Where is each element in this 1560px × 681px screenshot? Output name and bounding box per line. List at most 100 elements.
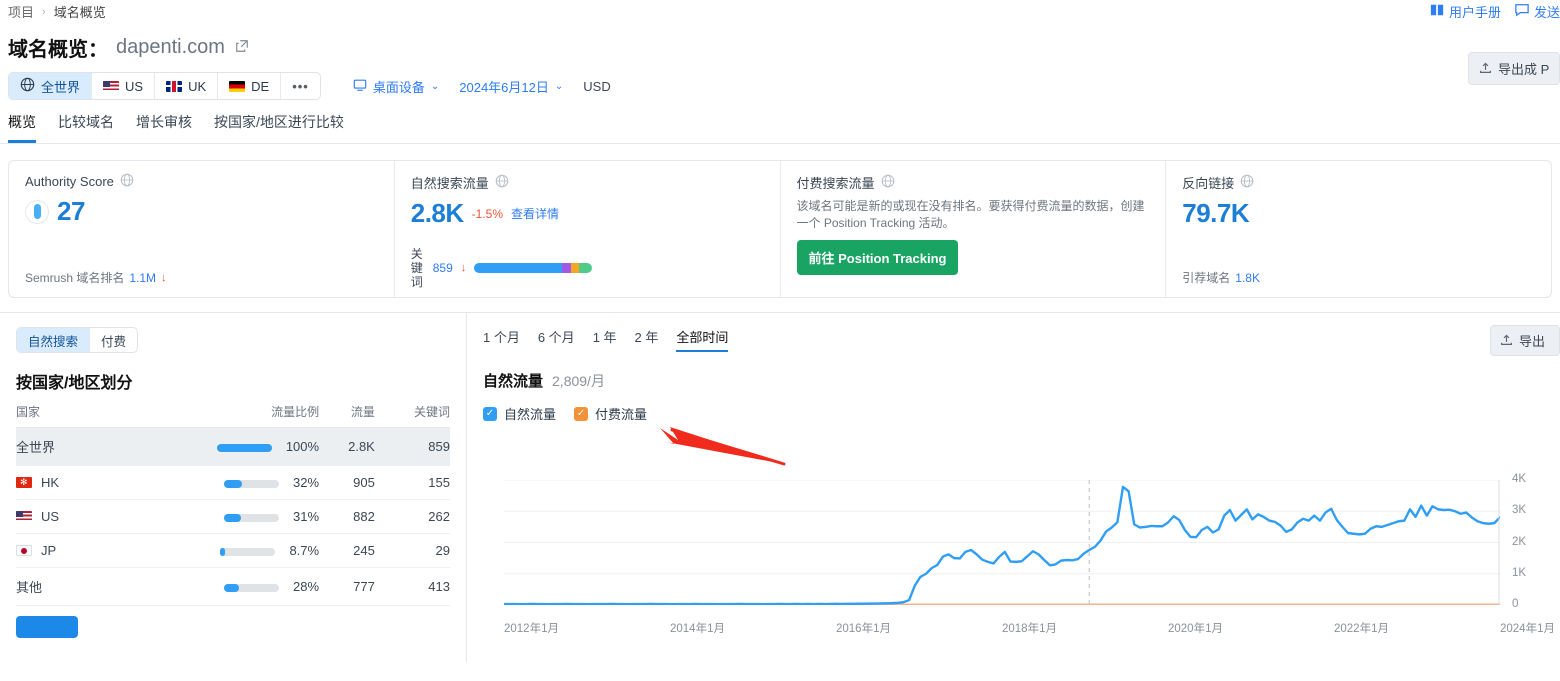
top-links: 用户手册 发送 bbox=[1430, 2, 1560, 21]
device-filter[interactable]: 桌面设备 ⌄ bbox=[343, 77, 449, 96]
cell-country: 全世界 bbox=[16, 427, 106, 466]
period-1-year[interactable]: 1 年 bbox=[593, 327, 617, 352]
send-feedback-link[interactable]: 发送 bbox=[1515, 2, 1560, 21]
traffic-type-toggle: 自然搜索 付费 bbox=[16, 327, 139, 353]
breadcrumb-current: 域名概览 bbox=[53, 5, 106, 20]
chart-export-button[interactable]: 导出 bbox=[1490, 325, 1560, 356]
top-bar: 项目 › 域名概览 用户手册 发送 bbox=[0, 0, 1560, 26]
chart-export-label: 导出 bbox=[1519, 334, 1546, 349]
card-paid-title: 付费搜索流量 bbox=[796, 176, 875, 191]
authority-score-value: 27 bbox=[57, 196, 85, 226]
card-backlinks-head: 反向链接 bbox=[1182, 173, 1535, 192]
legend-paid-traffic[interactable]: ✓ 付费流量 bbox=[574, 404, 647, 423]
keywords-distribution-bar bbox=[474, 263, 593, 273]
desktop-icon bbox=[353, 78, 367, 95]
metric-cards: Authority Score 27 Semrush 域名排名 1.1M ↓ 自… bbox=[8, 160, 1552, 298]
referring-domains-row: 引荐域名 1.8K bbox=[1182, 269, 1260, 286]
geo-filter-uk[interactable]: UK bbox=[155, 73, 219, 99]
geo-filter-group: 全世界 US UK DE ••• bbox=[8, 72, 321, 100]
view-details-link[interactable]: 查看详情 bbox=[511, 205, 559, 222]
chart-y-axis: 0 1K 2K 3K 4K bbox=[1512, 473, 1552, 610]
legend-organic-traffic[interactable]: ✓ 自然流量 bbox=[483, 404, 556, 423]
more-dots-icon: ••• bbox=[292, 78, 309, 94]
organic-traffic-value[interactable]: 2.8K bbox=[411, 198, 464, 229]
tab-growth-audit[interactable]: 增长审核 bbox=[136, 112, 192, 143]
geo-filter-us[interactable]: US bbox=[92, 73, 156, 99]
organic-value-row: 2.8K -1.5% 查看详情 bbox=[411, 198, 764, 229]
tab-compare-domains[interactable]: 比较域名 bbox=[58, 112, 114, 143]
geo-filter-de[interactable]: DE bbox=[218, 73, 282, 99]
referring-domains-value[interactable]: 1.8K bbox=[1235, 271, 1260, 285]
device-filter-label: 桌面设备 bbox=[372, 79, 425, 95]
period-2-years[interactable]: 2 年 bbox=[635, 327, 659, 352]
period-1-month[interactable]: 1 个月 bbox=[483, 327, 520, 352]
chart-subtitle: 2,809/月 bbox=[552, 373, 605, 389]
semrush-rank-value[interactable]: 1.1M bbox=[129, 271, 156, 285]
feedback-icon bbox=[1515, 3, 1529, 20]
y-tick-label: 0 bbox=[1512, 598, 1519, 610]
breadcrumb-root[interactable]: 项目 bbox=[8, 2, 34, 21]
y-tick-label: 3K bbox=[1512, 504, 1527, 517]
traffic-share-bar bbox=[216, 443, 272, 452]
globe-info-icon[interactable] bbox=[495, 174, 509, 191]
position-tracking-button[interactable]: 前往 Position Tracking bbox=[796, 240, 959, 275]
semrush-rank-row: Semrush 域名排名 1.1M ↓ bbox=[25, 269, 167, 286]
globe-icon bbox=[20, 77, 35, 95]
x-tick-label: 2024年1月 bbox=[1500, 623, 1555, 635]
y-tick-label: 4K bbox=[1512, 473, 1527, 485]
col-traffic-share[interactable]: 流量比例 bbox=[105, 403, 320, 428]
geo-filter-de-label: DE bbox=[251, 78, 270, 94]
keyword-segment-3 bbox=[579, 263, 593, 273]
book-icon bbox=[1430, 3, 1444, 20]
backlinks-value-row: 79.7K bbox=[1182, 198, 1535, 229]
date-filter[interactable]: 2024年6月12日 ⌄ bbox=[449, 77, 573, 96]
date-filter-label: 2024年6月12日 bbox=[459, 79, 549, 95]
export-pdf-button[interactable]: 导出成 P bbox=[1468, 52, 1560, 85]
backlinks-value[interactable]: 79.7K bbox=[1182, 198, 1249, 229]
col-traffic[interactable]: 流量 bbox=[319, 403, 375, 428]
user-manual-label: 用户手册 bbox=[1448, 5, 1501, 20]
us-flag-icon bbox=[103, 80, 120, 92]
card-authority-head: Authority Score bbox=[25, 173, 378, 190]
geo-filter-more[interactable]: ••• bbox=[281, 73, 320, 99]
col-keywords[interactable]: 关键词 bbox=[374, 403, 450, 428]
checkbox-checked-icon[interactable]: ✓ bbox=[574, 406, 589, 421]
domain-name: dapenti.com bbox=[116, 35, 225, 58]
chart-title: 自然流量 bbox=[483, 373, 544, 390]
traffic-share-value: 100% bbox=[285, 439, 320, 454]
toggle-organic[interactable]: 自然搜索 bbox=[17, 328, 91, 352]
keyword-segment-1 bbox=[561, 263, 572, 273]
card-authority-score: Authority Score 27 Semrush 域名排名 1.1M ↓ bbox=[9, 161, 395, 297]
tab-overview[interactable]: 概览 bbox=[8, 112, 36, 143]
toggle-paid[interactable]: 付费 bbox=[90, 328, 137, 352]
globe-info-icon[interactable] bbox=[120, 173, 134, 190]
table-row[interactable]: 全世界 100% 2.8K 859 bbox=[16, 427, 450, 466]
chart-title-row: 自然流量 2,809/月 bbox=[483, 370, 1546, 391]
organic-traffic-line bbox=[504, 487, 1500, 604]
countries-section-title: 按国家/地区划分 bbox=[16, 375, 133, 392]
user-manual-link[interactable]: 用户手册 bbox=[1430, 2, 1501, 21]
chart-plot-wrap: 0 1K 2K 3K 4K 2012年1月 2014年1月 2016年1月 2018年1月 20… bbox=[0, 473, 1560, 640]
col-country[interactable]: 国家 bbox=[16, 403, 106, 428]
period-6-months[interactable]: 6 个月 bbox=[538, 327, 575, 352]
checkbox-checked-icon[interactable]: ✓ bbox=[483, 406, 497, 421]
external-link-icon[interactable] bbox=[235, 39, 249, 56]
paid-traffic-description: 该域名可能是新的或现在没有排名。要获得付费流量的数据，创建一个 Position… bbox=[796, 199, 1145, 230]
de-flag-icon bbox=[229, 80, 246, 92]
nav-tabs: 概览 比较域名 增长审核 按国家/地区进行比较 bbox=[0, 100, 1560, 144]
globe-info-icon[interactable] bbox=[881, 174, 895, 191]
card-backlinks: 反向链接 79.7K 引荐域名 1.8K bbox=[1166, 161, 1551, 297]
keywords-value[interactable]: 859 bbox=[433, 261, 453, 275]
period-all-time[interactable]: 全部时间 bbox=[676, 327, 729, 352]
keywords-row: 关键词 859 ↓ bbox=[411, 247, 593, 289]
traffic-line-chart[interactable] bbox=[504, 480, 1500, 605]
geo-filter-us-label: US bbox=[125, 78, 144, 94]
x-tick-label: 2018年1月 bbox=[1002, 623, 1057, 635]
chart-x-axis: 2012年1月 2014年1月 2016年1月 2018年1月 2020年1月 2022年… bbox=[496, 620, 1556, 640]
country-label: 全世界 bbox=[16, 440, 56, 455]
organic-traffic-delta: -1.5% bbox=[471, 206, 504, 221]
geo-filter-worldwide[interactable]: 全世界 bbox=[9, 73, 93, 99]
globe-info-icon[interactable] bbox=[1240, 174, 1254, 191]
currency-label: USD bbox=[583, 78, 611, 94]
tab-compare-by-country[interactable]: 按国家/地区进行比较 bbox=[214, 112, 344, 143]
